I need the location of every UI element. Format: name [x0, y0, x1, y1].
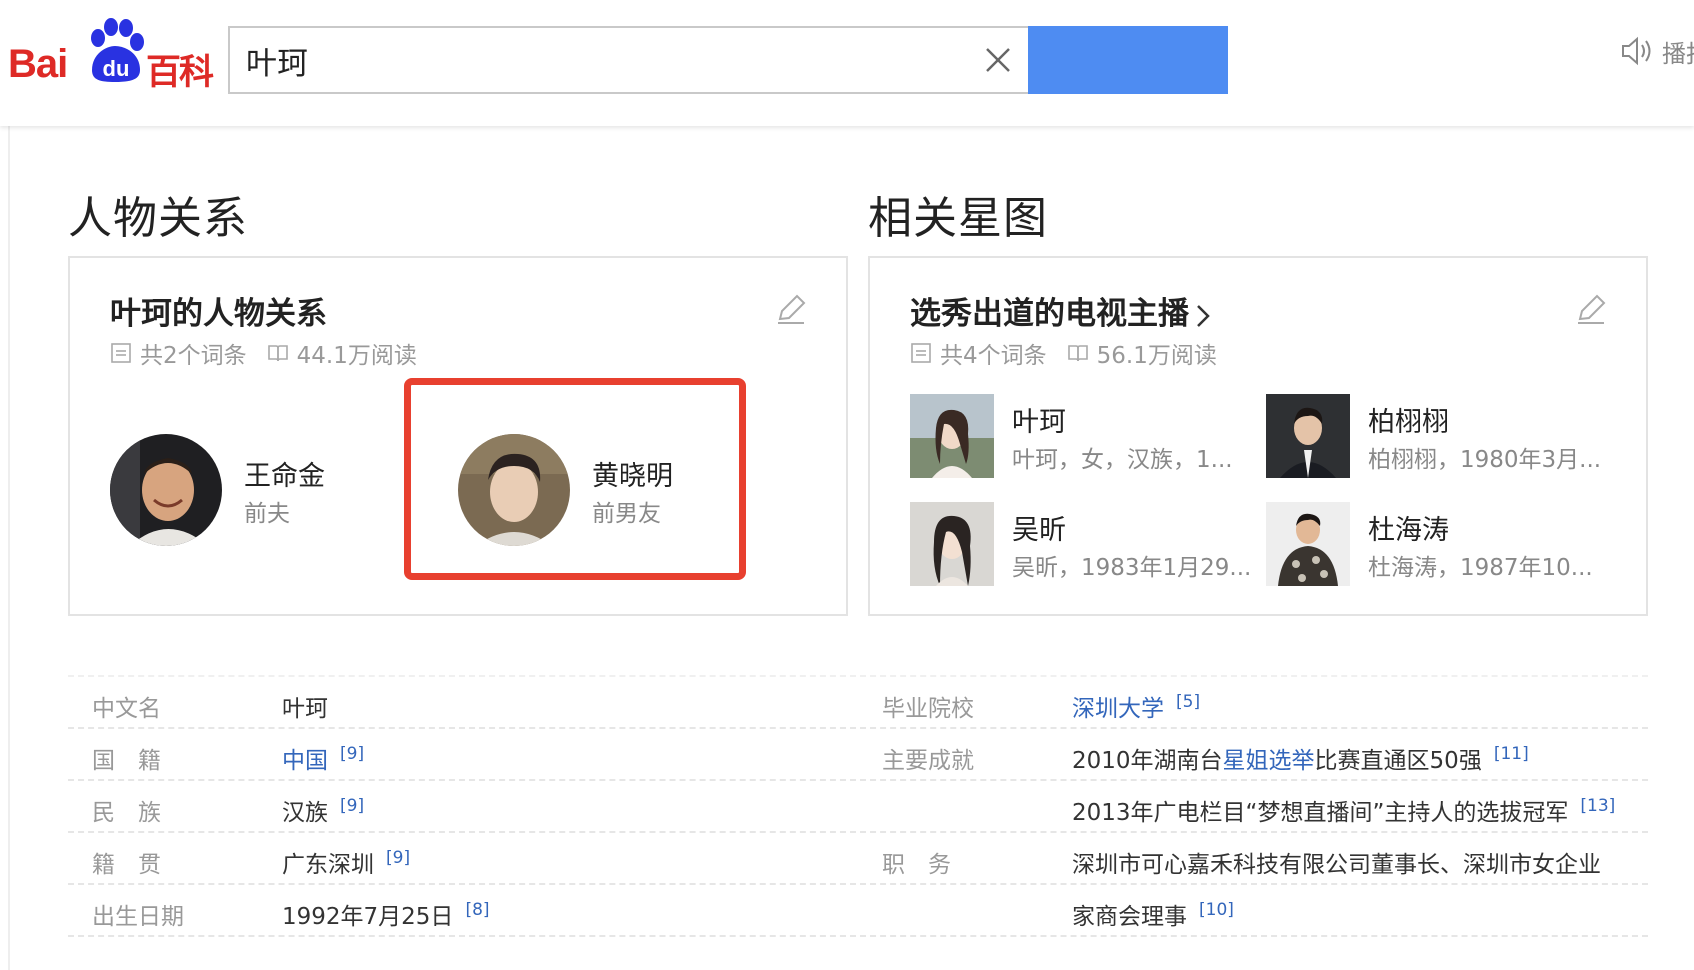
- book-icon: [1067, 345, 1088, 362]
- stars-entry-count: 共4个词条: [940, 343, 1047, 369]
- star-desc: 吴昕，1983年1月29...: [1012, 555, 1252, 581]
- citation-link[interactable]: [9]: [340, 796, 364, 816]
- paw-icon: du: [91, 18, 144, 82]
- star-desc: 杜海涛，1987年10...: [1368, 555, 1593, 581]
- star-thumbnail: [1266, 502, 1350, 586]
- contest-link[interactable]: 星姐选举: [1223, 748, 1315, 774]
- info-row: 国 籍 中国 [9] 主要成就 2010年湖南台星姐选举比赛直通区50强 [11]: [68, 729, 1648, 781]
- speaker-label[interactable]: 播报: [1662, 34, 1694, 69]
- info-value: 1992年7月25日 [8]: [282, 900, 490, 930]
- baidu-baike-logo[interactable]: Bai du 百科: [8, 18, 214, 93]
- star-name: 叶珂: [1012, 407, 1066, 438]
- info-row: 民 族 汉族 [9] 2013年广电栏目“梦想直播间”主持人的选拔冠军 [13]: [68, 781, 1648, 833]
- info-label: 职 务: [882, 852, 951, 878]
- star-desc: 叶珂，女，汉族，1...: [1012, 447, 1233, 473]
- star-desc: 柏栩栩，1980年3月...: [1368, 447, 1602, 473]
- citation-link[interactable]: [9]: [340, 744, 364, 764]
- citation-link[interactable]: [11]: [1494, 744, 1529, 764]
- school-link[interactable]: 深圳大学: [1072, 696, 1164, 722]
- speaker-icon[interactable]: [1620, 36, 1654, 66]
- stars-section-title: 相关星图: [868, 193, 1048, 244]
- person-name: 黄晓明: [592, 461, 673, 492]
- star-name: 吴昕: [1012, 515, 1066, 546]
- relations-card-title[interactable]: 叶珂的人物关系: [110, 288, 327, 333]
- citation-link[interactable]: [5]: [1176, 692, 1200, 712]
- citation-link[interactable]: [9]: [386, 848, 410, 868]
- avatar: [458, 434, 570, 546]
- stars-card-title[interactable]: 选秀出道的电视主播: [910, 288, 1211, 333]
- book-icon: [267, 345, 288, 362]
- info-label: 国 籍: [92, 748, 161, 774]
- info-value: 深圳市可心嘉禾科技有限公司董事长、深圳市女企业: [1072, 852, 1601, 878]
- edit-icon[interactable]: [1574, 292, 1608, 326]
- info-value: 2013年广电栏目“梦想直播间”主持人的选拔冠军 [13]: [1072, 796, 1616, 826]
- info-label: 主要成就: [882, 748, 974, 774]
- search-button[interactable]: [1028, 26, 1228, 94]
- info-value: 汉族 [9]: [282, 796, 365, 826]
- info-value: 叶珂: [282, 696, 328, 722]
- info-label: 出生日期: [92, 904, 184, 930]
- relations-section-title: 人物关系: [68, 193, 248, 244]
- person-relation: 前夫: [244, 501, 290, 527]
- logo-du-text: du: [103, 56, 130, 81]
- entry-icon: [911, 343, 931, 363]
- relations-card: 叶珂的人物关系 共2个词条 44.1万阅读 王命金 前夫 黄晓明 前男友: [68, 256, 848, 616]
- logo-baike-text: 百科: [146, 53, 214, 93]
- info-row: 中文名 叶珂 毕业院校 深圳大学 [5]: [68, 677, 1648, 729]
- star-name: 杜海涛: [1368, 515, 1449, 546]
- info-value: 家商会理事 [10]: [1072, 900, 1234, 930]
- left-divider: [8, 126, 10, 970]
- info-row: 出生日期 1992年7月25日 [8] 家商会理事 [10]: [68, 885, 1648, 937]
- relations-entry-count: 共2个词条: [140, 343, 247, 369]
- info-label: 民 族: [92, 800, 161, 826]
- info-value: 深圳大学 [5]: [1072, 689, 1200, 723]
- edit-icon[interactable]: [774, 292, 808, 326]
- person-name: 王命金: [244, 461, 325, 492]
- citation-link[interactable]: [10]: [1199, 900, 1234, 920]
- search-box: [228, 26, 1028, 94]
- avatar: [110, 434, 222, 546]
- stars-reads: 56.1万阅读: [1096, 343, 1217, 369]
- info-label: 籍 贯: [92, 852, 161, 878]
- relations-card-meta: 共2个词条 44.1万阅读: [110, 336, 417, 370]
- citation-link[interactable]: [13]: [1580, 796, 1615, 816]
- info-value: 2010年湖南台星姐选举比赛直通区50强 [11]: [1072, 744, 1529, 774]
- relations-reads: 44.1万阅读: [296, 343, 417, 369]
- info-value: 中国 [9]: [282, 741, 364, 775]
- stars-card-meta: 共4个词条 56.1万阅读: [910, 336, 1217, 370]
- nationality-link[interactable]: 中国: [282, 748, 328, 774]
- star-thumbnail: [1266, 394, 1350, 478]
- stars-card-title-text: 选秀出道的电视主播: [910, 296, 1189, 332]
- info-row: 籍 贯 广东深圳 [9] 职 务 深圳市可心嘉禾科技有限公司董事长、深圳市女企业: [68, 833, 1648, 885]
- person-relation: 前男友: [592, 501, 661, 527]
- logo-bai-text: Bai: [8, 42, 68, 86]
- search-input[interactable]: [246, 38, 946, 82]
- entry-icon: [111, 343, 131, 363]
- chevron-right-icon: [1197, 304, 1210, 327]
- info-label: 毕业院校: [882, 696, 974, 722]
- info-value: 广东深圳 [9]: [282, 848, 411, 878]
- header: Bai du 百科 播报: [0, 0, 1694, 126]
- stars-card: 选秀出道的电视主播 共4个词条 56.1万阅读 叶珂 叶珂，女，汉族，1... …: [868, 256, 1648, 616]
- star-thumbnail: [910, 502, 994, 586]
- info-label: 中文名: [92, 696, 161, 722]
- star-thumbnail: [910, 394, 994, 478]
- clear-icon[interactable]: [980, 42, 1016, 78]
- citation-link[interactable]: [8]: [465, 900, 489, 920]
- star-name: 柏栩栩: [1368, 407, 1449, 438]
